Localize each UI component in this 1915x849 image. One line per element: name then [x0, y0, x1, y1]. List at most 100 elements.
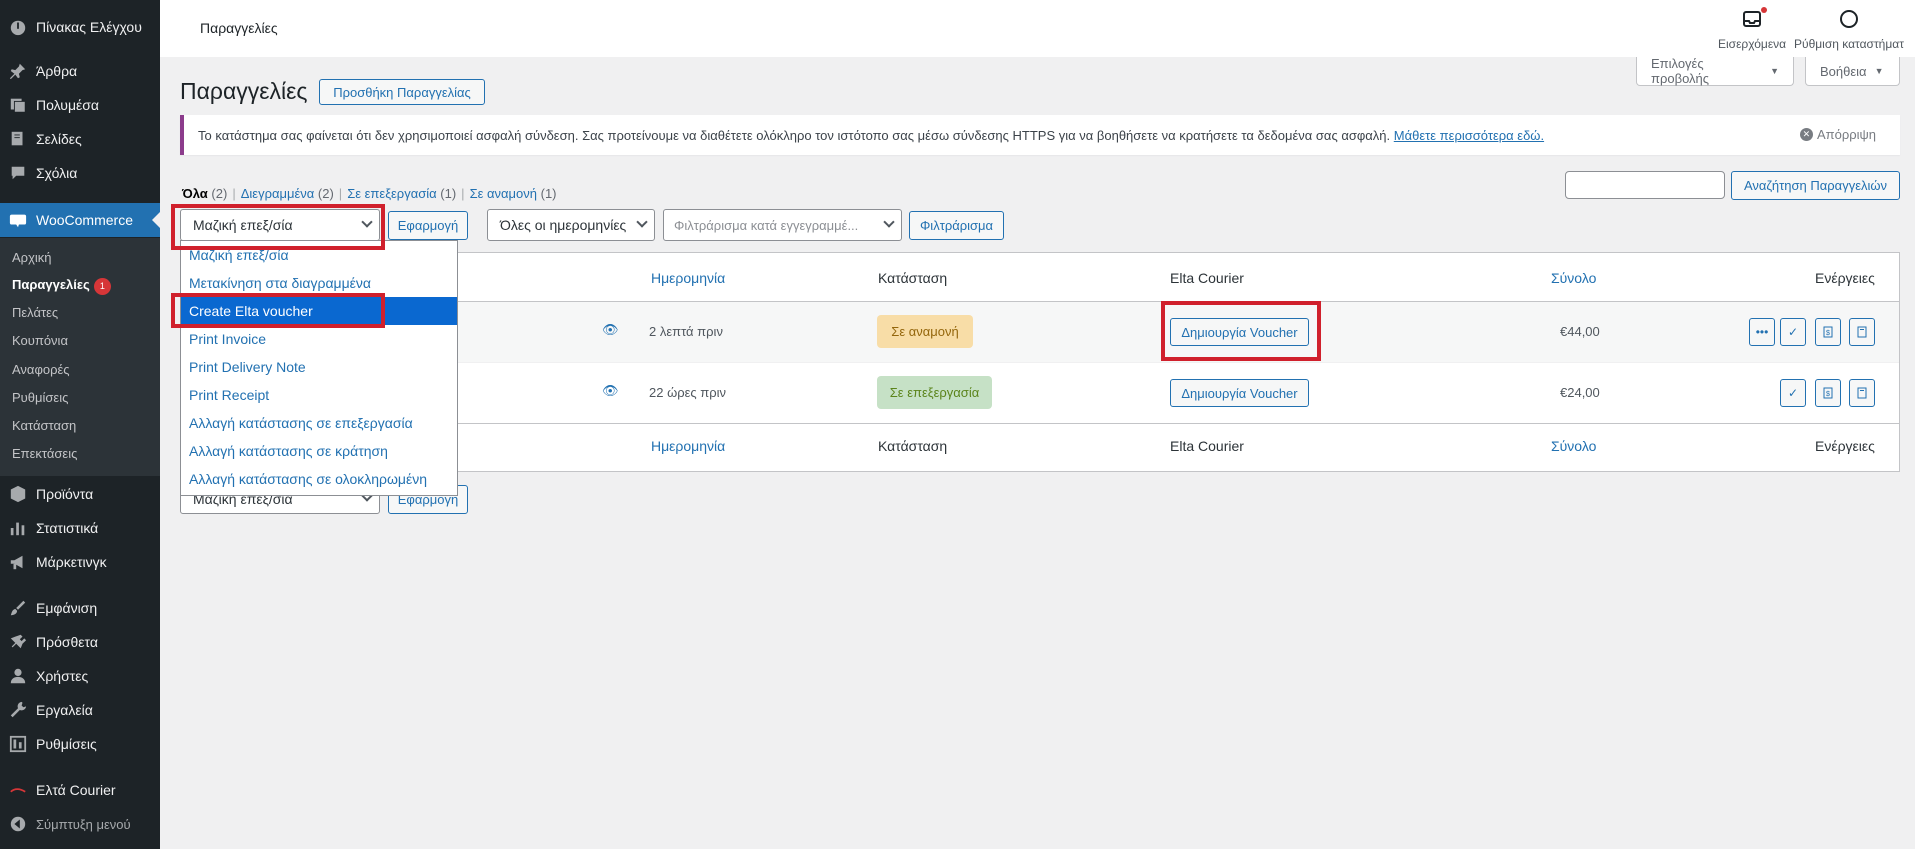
- column-total[interactable]: Σύνολο: [1551, 270, 1596, 286]
- menu-elta-courier[interactable]: Ελτά Courier: [0, 773, 160, 807]
- menu-products[interactable]: Προϊόντα: [0, 477, 160, 511]
- dropdown-option[interactable]: Μαζική επεξ/σία: [181, 241, 457, 269]
- column-elta-courier-footer: Elta Courier: [1170, 438, 1244, 454]
- dismiss-label: Απόρριψη: [1816, 127, 1876, 142]
- create-voucher-button[interactable]: Δημιουργία Voucher: [1170, 318, 1309, 346]
- https-notice: Το κατάστημα σας φαίνεται ότι δεν χρησιμ…: [180, 115, 1900, 155]
- submenu-extensions[interactable]: Επεκτάσεις: [12, 446, 77, 461]
- menu-marketing[interactable]: Μάρκετινγκ: [0, 545, 160, 579]
- store-setup-button[interactable]: Ρύθμιση καταστήματ: [1794, 8, 1904, 51]
- menu-label: Σχόλια: [36, 165, 78, 181]
- search-orders-button[interactable]: Αναζήτηση Παραγγελιών: [1731, 171, 1900, 200]
- view-processing[interactable]: Σε επεξεργασία: [347, 186, 436, 201]
- collapse-icon: [0, 815, 36, 833]
- dropdown-option[interactable]: Print Receipt: [181, 381, 457, 409]
- screen-options-button[interactable]: Επιλογές προβολής ▼: [1636, 56, 1794, 86]
- elta-icon: [0, 781, 36, 799]
- dismiss-button[interactable]: ✕ Απόρριψη: [1799, 127, 1876, 142]
- menu-plugins[interactable]: Πρόσθετα: [0, 625, 160, 659]
- inbox-button[interactable]: Εισερχόμενα: [1718, 7, 1786, 51]
- menu-label: Ρυθμίσεις: [36, 736, 97, 752]
- menu-tools[interactable]: Εργαλεία: [0, 693, 160, 727]
- dropdown-option[interactable]: Print Delivery Note: [181, 353, 457, 381]
- store-setup-label: Ρύθμιση καταστήματ: [1794, 37, 1904, 51]
- orders-count-badge: 1: [93, 278, 111, 295]
- submenu-label: Πελάτες: [12, 305, 59, 320]
- dropdown-option[interactable]: Μετακίνηση στα διαγραμμένα: [181, 269, 457, 297]
- add-order-button[interactable]: Προσθήκη Παραγγελίας: [319, 79, 485, 105]
- submenu-status[interactable]: Κατάσταση: [12, 418, 76, 433]
- menu-label: Πολυμέσα: [36, 97, 99, 113]
- submenu-customers[interactable]: Πελάτες: [12, 305, 58, 320]
- dropdown-option[interactable]: Αλλαγή κατάστασης σε επεξεργασία: [181, 409, 457, 437]
- column-total-footer[interactable]: Σύνολο: [1551, 438, 1596, 454]
- dropdown-option[interactable]: Αλλαγή κατάστασης σε ολοκληρωμένη: [181, 465, 457, 493]
- menu-appearance[interactable]: Εμφάνιση: [0, 591, 160, 625]
- menu-media[interactable]: Πολυμέσα: [0, 88, 160, 122]
- search-input[interactable]: [1565, 171, 1725, 199]
- submenu-coupons[interactable]: Κουπόνια: [12, 333, 68, 348]
- menu-label: Πρόσθετα: [36, 634, 98, 650]
- help-button[interactable]: Βοήθεια ▼: [1805, 57, 1900, 86]
- more-icon[interactable]: •••: [1749, 318, 1775, 346]
- view-on-hold[interactable]: Σε αναμονή: [470, 186, 537, 201]
- progress-ring-icon: [1838, 8, 1860, 37]
- submenu-reports[interactable]: Αναφορές: [12, 362, 70, 377]
- notice-message: Το κατάστημα σας φαίνεται ότι δεν χρησιμ…: [198, 128, 1391, 143]
- eye-icon[interactable]: 👁: [602, 322, 619, 338]
- delivery-note-icon[interactable]: [1849, 379, 1875, 407]
- column-status: Κατάσταση: [878, 270, 948, 286]
- check-icon[interactable]: ✓: [1780, 318, 1806, 346]
- view-separator: |: [338, 186, 343, 201]
- check-icon[interactable]: ✓: [1780, 379, 1806, 407]
- customer-filter-select[interactable]: Φιλτράρισμα κατά εγγεγραμμέ...: [663, 209, 902, 241]
- products-icon: [0, 485, 36, 503]
- apply-button[interactable]: Εφαρμογή: [388, 211, 468, 240]
- submenu-orders[interactable]: Παραγγελίες 1: [12, 277, 111, 295]
- menu-pages[interactable]: Σελίδες: [0, 122, 160, 156]
- submenu-label: Ρυθμίσεις: [12, 390, 69, 405]
- submenu-label: Κουπόνια: [12, 333, 68, 348]
- dropdown-option[interactable]: Print Invoice: [181, 325, 457, 353]
- menu-woocommerce[interactable]: WooCommerce: [0, 203, 160, 237]
- settings-icon: [0, 735, 36, 753]
- woocommerce-submenu: Αρχική Παραγγελίες 1 Πελάτες Κουπόνια Ανα…: [0, 238, 160, 476]
- menu-label: Άρθρα: [36, 63, 78, 79]
- svg-text:$: $: [1826, 330, 1830, 337]
- menu-dashboard[interactable]: Πίνακας Ελέγχου: [0, 10, 160, 44]
- menu-users[interactable]: Χρήστες: [0, 659, 160, 693]
- column-date[interactable]: Ημερομηνία: [651, 270, 725, 286]
- dropdown-option-selected[interactable]: Create Elta voucher: [181, 297, 457, 325]
- users-icon: [0, 667, 36, 685]
- menu-label: Πίνακας Ελέγχου: [36, 19, 142, 35]
- submenu-label: Κατάσταση: [12, 418, 77, 433]
- date-filter-value: Όλες οι ημερομηνίες: [500, 217, 627, 233]
- delivery-note-icon[interactable]: [1849, 318, 1875, 346]
- column-date-footer[interactable]: Ημερομηνία: [651, 438, 725, 454]
- submenu-home[interactable]: Αρχική: [12, 250, 52, 265]
- learn-more-link[interactable]: Μάθετε περισσότερα εδώ.: [1394, 128, 1544, 143]
- create-voucher-button[interactable]: Δημιουργία Voucher: [1170, 379, 1309, 407]
- inbox-icon: [1741, 7, 1768, 37]
- admin-sidebar: Πίνακας Ελέγχου Άρθρα Πολυμέσα Σελίδες Σ…: [0, 0, 160, 849]
- menu-collapse[interactable]: Σύμπτυξη μενού: [0, 807, 160, 841]
- dropdown-option[interactable]: Αλλαγή κατάστασης σε κράτηση: [181, 437, 457, 465]
- invoice-icon[interactable]: $: [1815, 318, 1841, 346]
- submenu-settings[interactable]: Ρυθμίσεις: [12, 390, 68, 405]
- menu-label: Σελίδες: [36, 131, 82, 147]
- menu-stats[interactable]: Στατιστικά: [0, 511, 160, 545]
- menu-comments[interactable]: Σχόλια: [0, 156, 160, 190]
- eye-icon[interactable]: 👁: [602, 383, 619, 399]
- filter-button[interactable]: Φιλτράρισμα: [909, 211, 1004, 240]
- chevron-down-icon: [636, 216, 648, 228]
- menu-posts[interactable]: Άρθρα: [0, 54, 160, 88]
- view-count: (2): [211, 186, 228, 201]
- svg-text:$: $: [1826, 391, 1830, 398]
- notice-text: Το κατάστημα σας φαίνεται ότι δεν χρησιμ…: [198, 128, 1544, 143]
- view-all[interactable]: Όλα: [182, 186, 208, 201]
- view-trash[interactable]: Διεγραμμένα: [241, 186, 315, 201]
- date-filter-select[interactable]: Όλες οι ημερομηνίες: [487, 209, 655, 241]
- menu-settings[interactable]: Ρυθμίσεις: [0, 727, 160, 761]
- bulk-action-select[interactable]: Μαζική επεξ/σία: [180, 209, 380, 241]
- invoice-icon[interactable]: $: [1815, 379, 1841, 407]
